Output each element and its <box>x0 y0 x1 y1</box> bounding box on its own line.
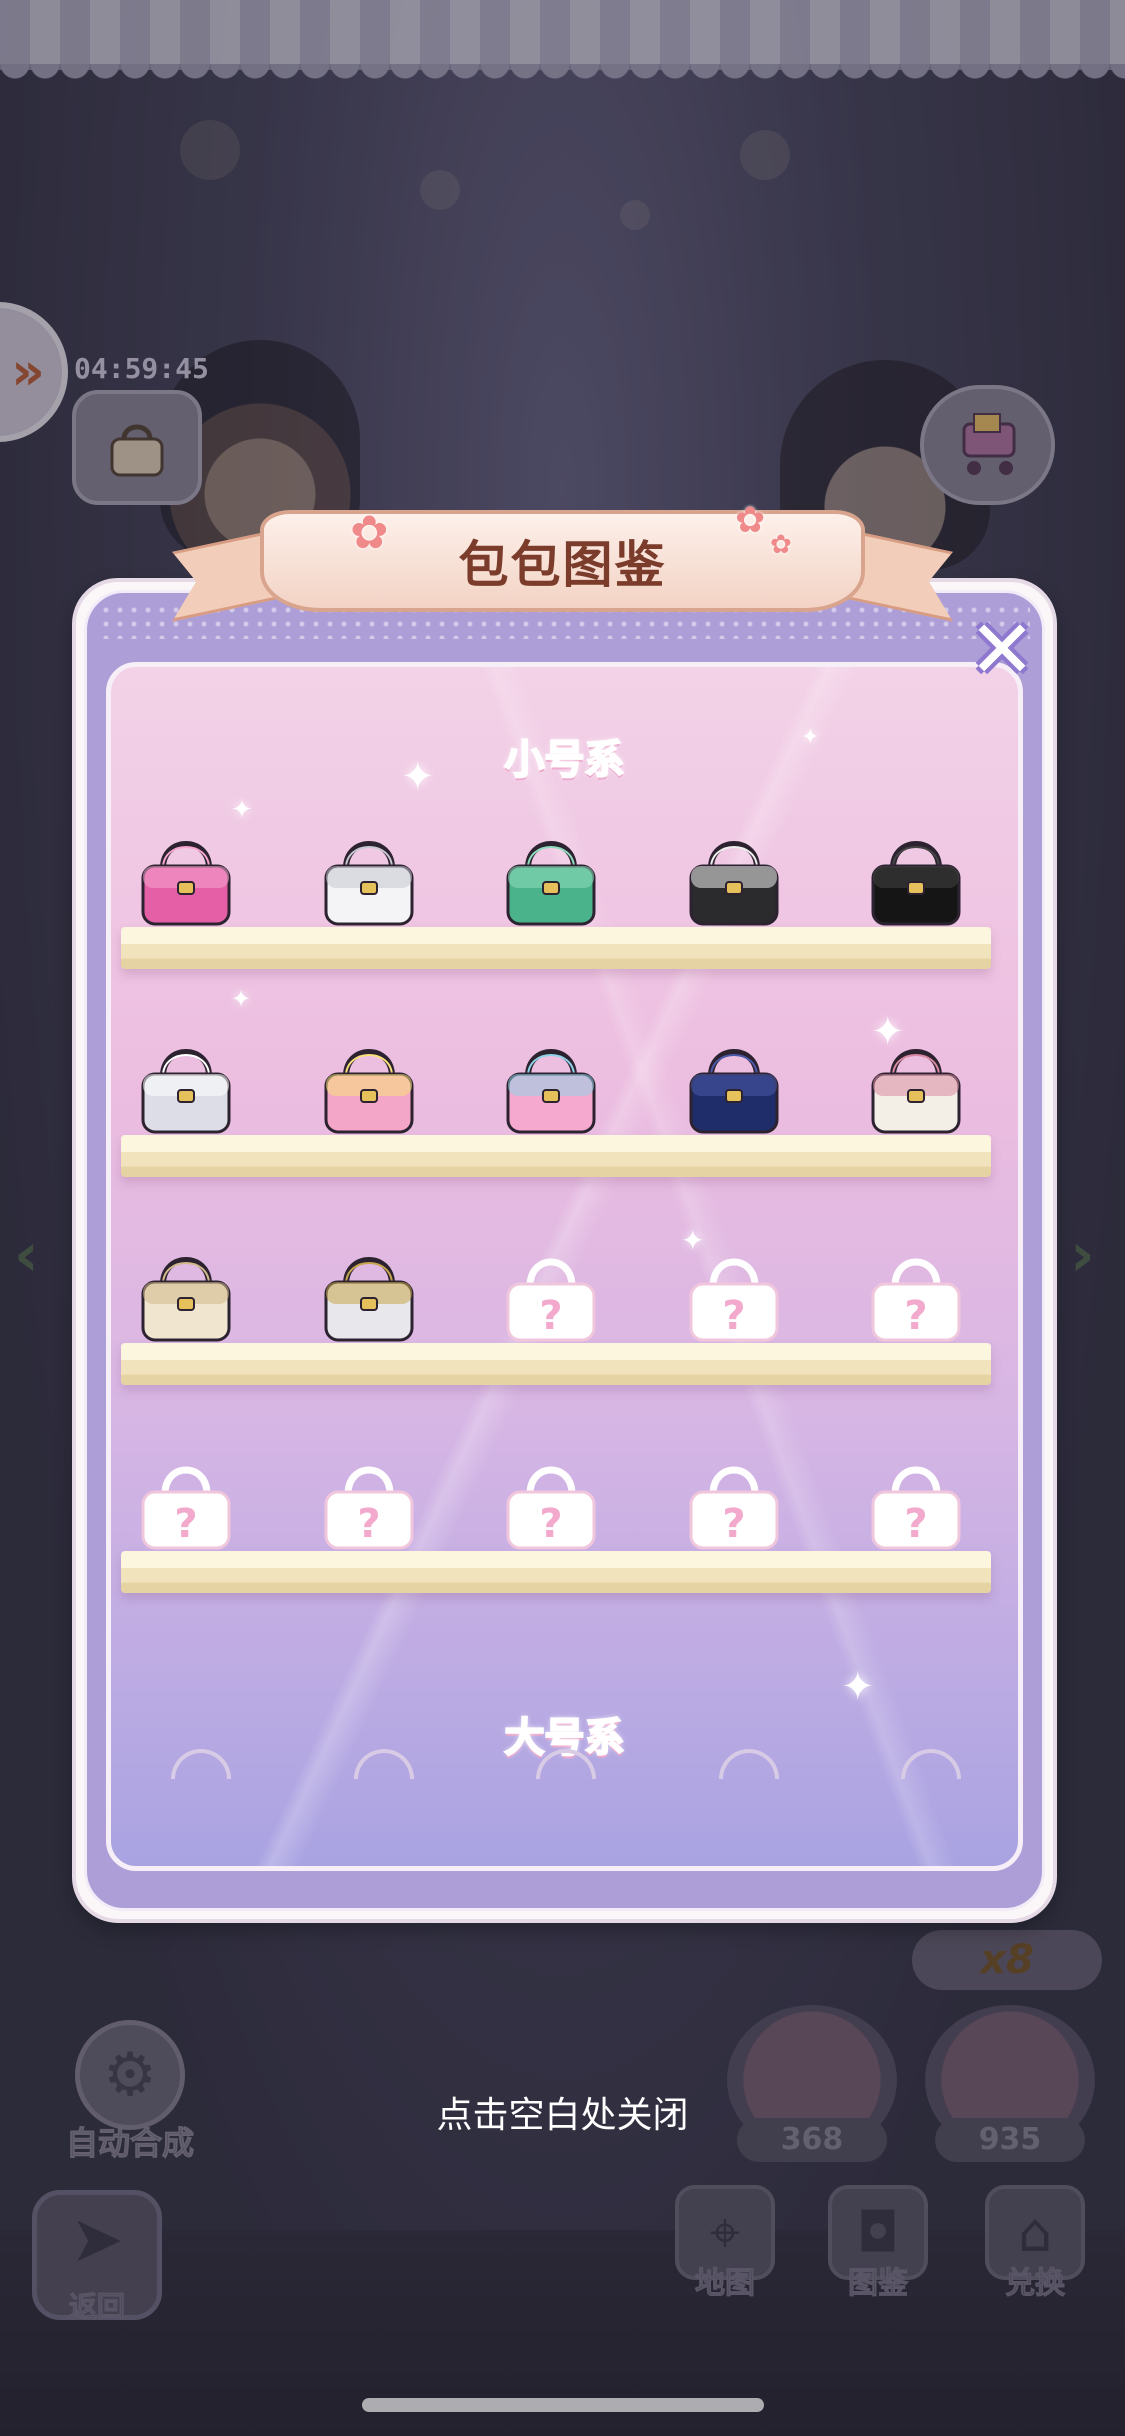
floral-clasp-bag[interactable] <box>861 1030 971 1140</box>
mystery-bag-icon: ? <box>506 1466 596 1550</box>
sparkle-icon: ✦ <box>231 985 252 1013</box>
handbag-icon <box>324 1257 414 1342</box>
handbag-icon <box>506 841 596 926</box>
mystery-bag-icon: ? <box>871 1466 961 1550</box>
green-tote-bag[interactable] <box>496 822 606 932</box>
pastel-colorblock-bag[interactable] <box>496 1030 606 1140</box>
question-mark: ? <box>904 1293 927 1339</box>
locked-bag-slot[interactable]: ? <box>496 1238 606 1348</box>
bag-collection-modal: ✦ ✦ ✦ ✦ ✦ ✦ ✦ 小号系 ???????? 大号系 <box>72 578 1057 1923</box>
locked-bag-slot[interactable]: ? <box>496 1446 606 1556</box>
handbag-icon <box>689 841 779 926</box>
mystery-bag-icon: ? <box>506 1258 596 1342</box>
handbag-icon <box>324 1049 414 1134</box>
heart-bow-bag[interactable] <box>314 1030 424 1140</box>
locked-bag-slot[interactable]: ? <box>131 1446 241 1556</box>
question-mark: ? <box>722 1293 745 1339</box>
mystery-bag-icon: ? <box>689 1466 779 1550</box>
cream-quilted-bag[interactable] <box>131 1238 241 1348</box>
locked-bag-slot[interactable]: ? <box>861 1446 971 1556</box>
sparkle-icon: ✦ <box>841 1664 875 1710</box>
section-title-small: 小号系 <box>504 736 626 784</box>
flower-icon: ✿ <box>350 505 389 559</box>
handbag-icon <box>324 841 414 926</box>
locked-bag-slot[interactable]: ? <box>314 1446 424 1556</box>
question-mark: ? <box>539 1293 562 1339</box>
locked-bag-slot[interactable]: ? <box>861 1238 971 1348</box>
handbag-icon <box>689 1049 779 1134</box>
flower-icon: ✿ <box>770 530 792 560</box>
white-flap-bag[interactable] <box>314 822 424 932</box>
shelf <box>121 1135 991 1177</box>
question-mark: ? <box>722 1501 745 1547</box>
handbag-icon <box>871 1049 961 1134</box>
shelf <box>121 927 991 969</box>
close-hint-text[interactable]: 点击空白处关闭 <box>0 2086 1125 2138</box>
chain-quilted-bag[interactable] <box>314 1238 424 1348</box>
mystery-bag-icon: ? <box>689 1258 779 1342</box>
locked-bag-slot[interactable]: ? <box>679 1238 789 1348</box>
navy-bag[interactable] <box>679 1030 789 1140</box>
handbag-icon <box>141 841 231 926</box>
handbag-icon <box>506 1049 596 1134</box>
collection-panel: ✦ ✦ ✦ ✦ ✦ ✦ ✦ 小号系 ???????? 大号系 <box>106 662 1023 1871</box>
modal-title-ribbon: 包包图鉴 ✿ ✿ ✿ <box>180 500 945 630</box>
silver-pattern-bag[interactable] <box>131 1030 241 1140</box>
modal-title: 包包图鉴 <box>458 536 667 594</box>
black-fur-bag[interactable] <box>861 822 971 932</box>
sparkle-icon: ✦ <box>231 795 253 825</box>
shelf <box>121 1343 991 1385</box>
locked-bag-slot[interactable]: ? <box>679 1446 789 1556</box>
question-mark: ? <box>357 1501 380 1547</box>
mystery-bag-icon: ? <box>871 1258 961 1342</box>
flower-icon: ✿ <box>735 500 766 541</box>
sparkle-close-icon[interactable]: ✕ <box>962 610 1042 690</box>
pink-quilted-bag[interactable] <box>131 822 241 932</box>
mystery-bag-icon: ? <box>141 1466 231 1550</box>
shelf <box>121 1551 991 1593</box>
handbag-icon <box>141 1049 231 1134</box>
mystery-bag-icon: ? <box>324 1466 414 1550</box>
question-mark: ? <box>539 1501 562 1547</box>
question-mark: ? <box>904 1501 927 1547</box>
question-mark: ? <box>174 1501 197 1547</box>
handbag-icon <box>141 1257 231 1342</box>
harlequin-bag[interactable] <box>679 822 789 932</box>
handbag-icon <box>871 841 961 926</box>
